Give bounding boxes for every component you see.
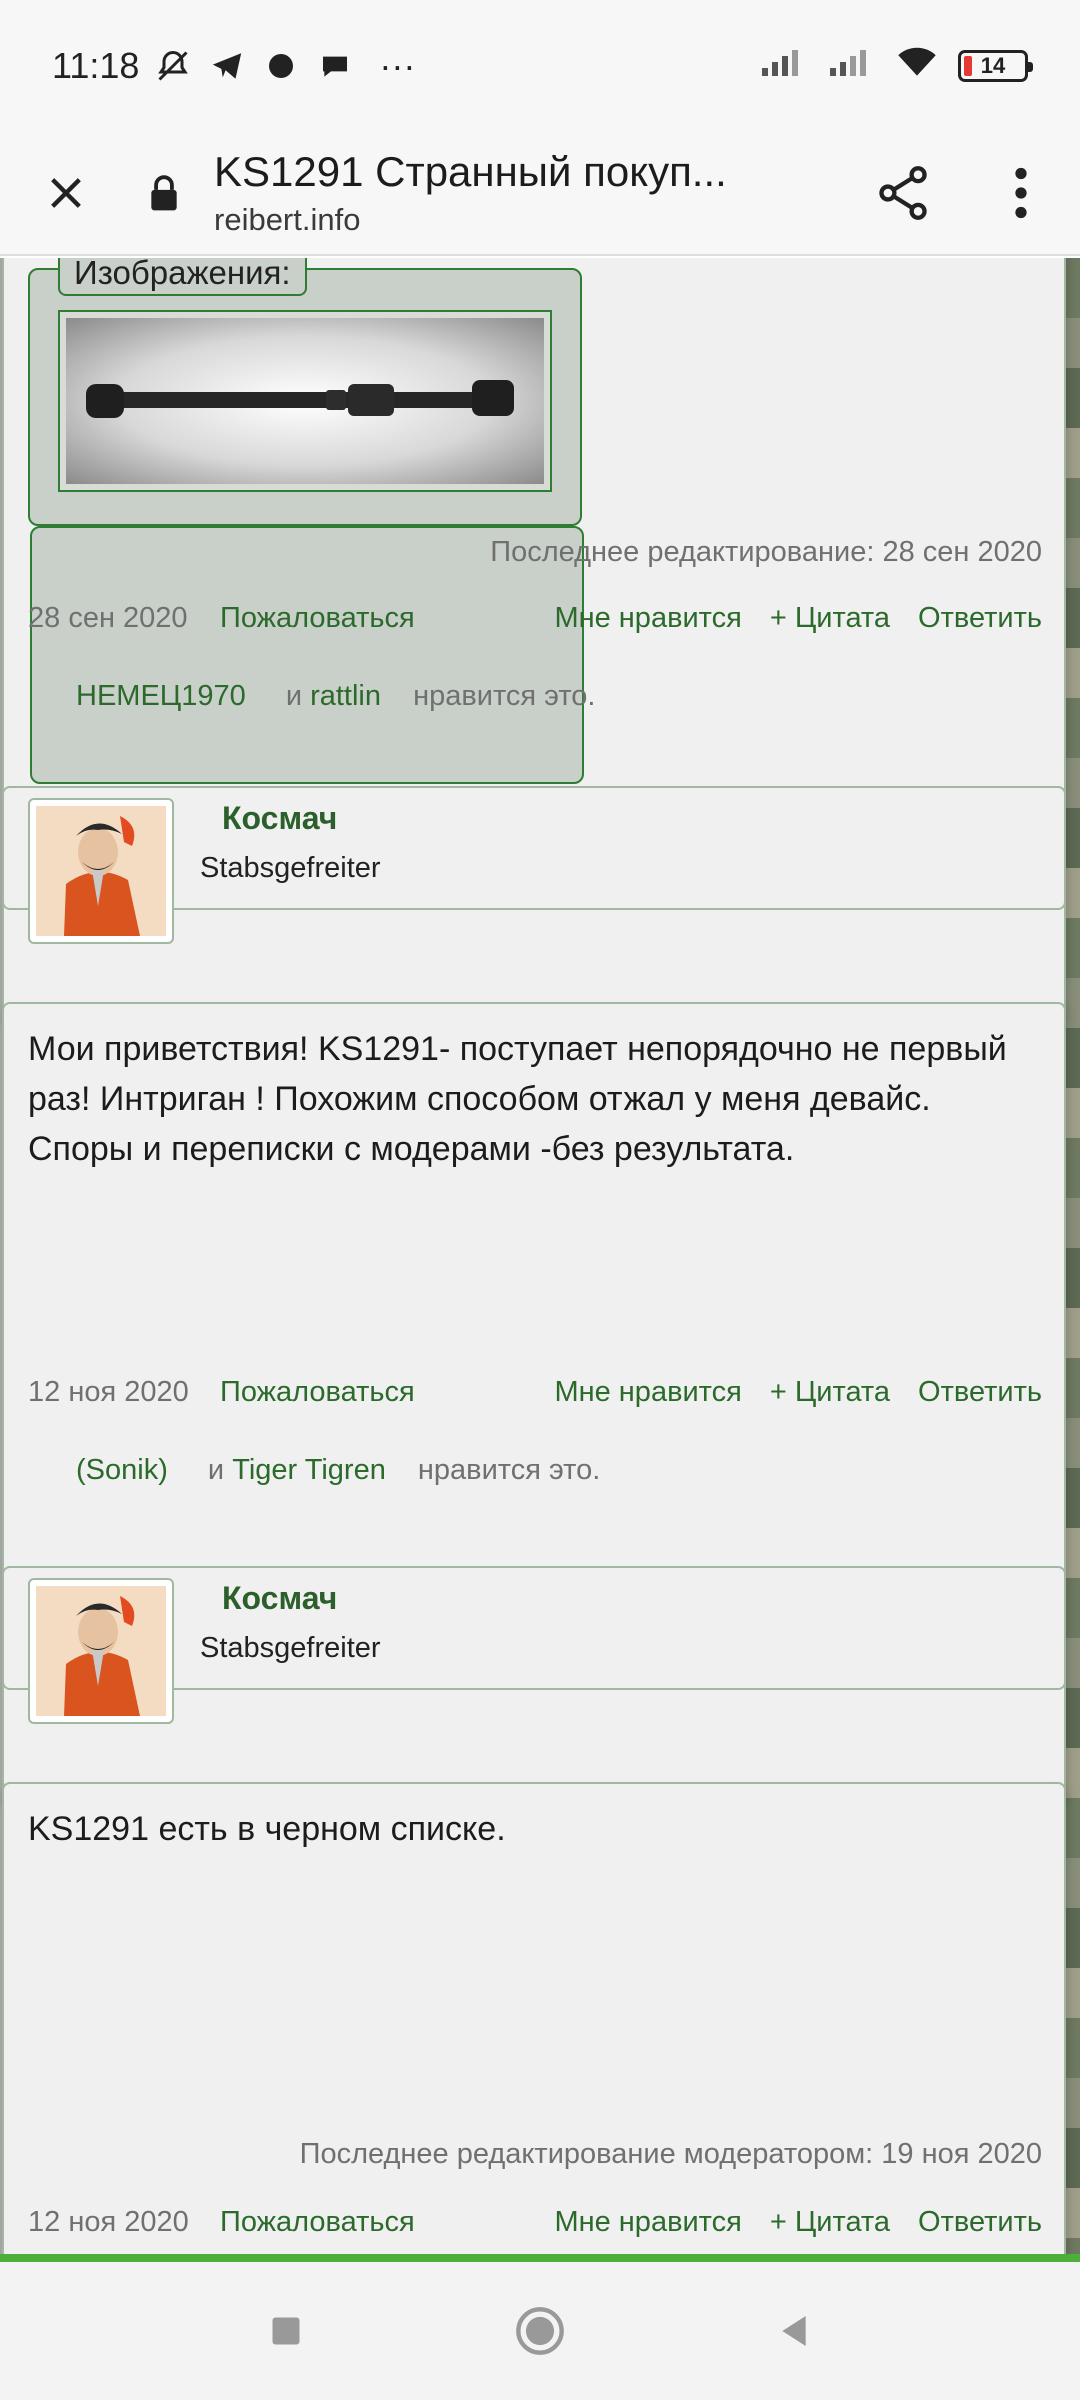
edit-note: Последнее редактирование: 28 сен 2020	[490, 536, 1042, 568]
report-link[interactable]: Пожаловаться	[220, 1376, 415, 1409]
post-3: KS1291 есть в черном списке. Последнее р…	[2, 1782, 1066, 2254]
attachment-image	[66, 318, 544, 484]
clock: 11:18	[52, 45, 140, 86]
liker-link[interactable]: Tiger Tigren	[232, 1454, 386, 1486]
recents-button[interactable]	[254, 2299, 318, 2363]
close-icon	[51, 178, 81, 208]
user-1: Космач Stabsgefreiter	[2, 786, 1066, 944]
post-date[interactable]: 12 ноя 2020	[28, 1376, 189, 1409]
quote-button[interactable]: + Цитата	[770, 602, 890, 635]
wifi-icon	[896, 45, 938, 88]
likes-bar: (Sonik) и Tiger Tigren нравится это.	[76, 1454, 600, 1487]
report-link[interactable]: Пожаловаться	[220, 2206, 415, 2239]
background-strip	[1066, 258, 1080, 2254]
reply-button[interactable]: Ответить	[918, 602, 1042, 635]
browser-toolbar: KS1291 Странный покуп... reibert.info	[0, 132, 1080, 256]
avatar[interactable]	[28, 798, 174, 944]
close-button[interactable]	[0, 131, 132, 255]
attachments-box: Изображения:	[28, 258, 582, 526]
more-vert-icon	[1015, 167, 1027, 219]
page-title: KS1291 Странный покуп...	[214, 148, 727, 195]
likers-join: и	[285, 680, 303, 712]
battery-icon: 14	[958, 50, 1033, 82]
lock-icon[interactable]	[132, 131, 196, 255]
like-button[interactable]: Мне нравится	[554, 602, 741, 635]
post-message: KS1291 есть в черном списке.	[28, 1810, 506, 1848]
username-link[interactable]: Космач	[222, 1580, 337, 1617]
likes-bar: НЕМЕЦ1970 и rattlin нравится это.	[76, 680, 595, 713]
back-triangle-icon	[782, 2316, 806, 2346]
mute-icon	[153, 46, 193, 86]
page-title-area[interactable]: KS1291 Странный покуп... reibert.info	[196, 148, 844, 238]
battery-level: 14	[980, 53, 1006, 78]
report-link[interactable]: Пожаловаться	[220, 602, 415, 635]
liker-link[interactable]: НЕМЕЦ1970	[76, 680, 246, 712]
reply-button[interactable]: Ответить	[918, 1376, 1042, 1409]
chat-icon	[315, 46, 355, 86]
post-actions: Мне нравится + Цитата Ответить	[554, 2206, 1042, 2239]
username-link[interactable]: Космач	[222, 800, 337, 837]
like-button[interactable]: Мне нравится	[554, 2206, 741, 2239]
status-bar: 11:18 ··· 14	[0, 0, 1080, 132]
app-icon	[261, 46, 301, 86]
web-content[interactable]: Изображения: Последнее редактирование: 2…	[0, 258, 1080, 2254]
liker-link[interactable]: rattlin	[310, 680, 381, 712]
signal-icon-2	[828, 45, 876, 87]
square-icon	[272, 2317, 300, 2345]
user-rank: Stabsgefreiter	[200, 852, 381, 884]
quote-button[interactable]: + Цитата	[770, 2206, 890, 2239]
like-button[interactable]: Мне нравится	[554, 1376, 741, 1409]
more-notifications: ···	[379, 45, 416, 86]
post-actions: Мне нравится + Цитата Ответить	[554, 1376, 1042, 1409]
more-options-button[interactable]	[962, 131, 1080, 255]
page-url: reibert.info	[214, 202, 361, 237]
likes-suffix: нравится это.	[417, 1454, 601, 1486]
system-nav-bar	[0, 2262, 1080, 2400]
page-load-progress	[0, 2254, 1080, 2262]
attachments-label: Изображения:	[58, 258, 307, 296]
back-button[interactable]	[762, 2299, 826, 2363]
likers-join: и	[207, 1454, 225, 1486]
circle-icon	[516, 2307, 564, 2355]
likes-suffix: нравится это.	[413, 680, 596, 712]
signal-icon	[760, 45, 808, 87]
share-button[interactable]	[844, 131, 962, 255]
post-date[interactable]: 12 ноя 2020	[28, 2206, 189, 2239]
attachment-thumbnail[interactable]	[58, 310, 552, 492]
post-message: Мои приветствия! KS1291- поступает непор…	[28, 1030, 1007, 1168]
user-2: Космач Stabsgefreiter	[2, 1566, 1066, 1724]
liker-link[interactable]: (Sonik)	[76, 1454, 168, 1486]
user-rank: Stabsgefreiter	[200, 1632, 381, 1664]
edit-note: Последнее редактирование модератором: 19…	[299, 2138, 1042, 2170]
reply-button[interactable]: Ответить	[918, 2206, 1042, 2239]
post-actions: Мне нравится + Цитата Ответить	[554, 602, 1042, 635]
avatar[interactable]	[28, 1578, 174, 1724]
telegram-icon	[207, 46, 247, 86]
post-date[interactable]: 28 сен 2020	[28, 602, 188, 635]
quote-button[interactable]: + Цитата	[770, 1376, 890, 1409]
home-button[interactable]	[508, 2299, 572, 2363]
share-icon	[879, 166, 927, 220]
